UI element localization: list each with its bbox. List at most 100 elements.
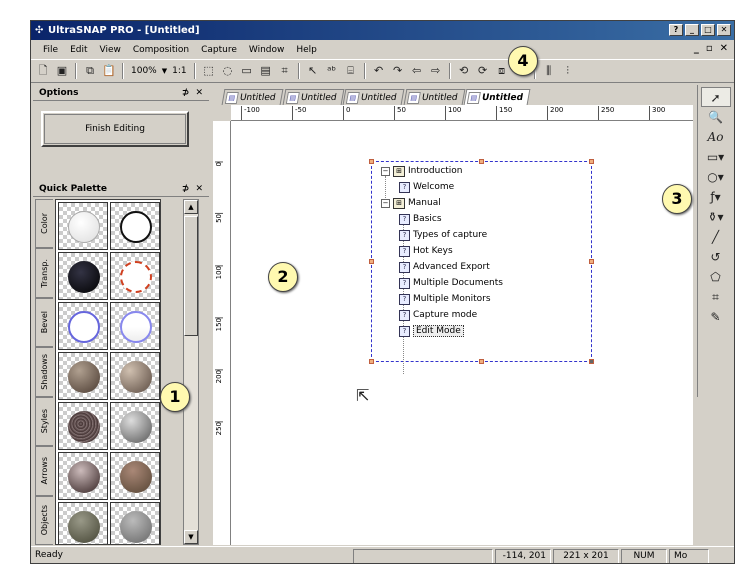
flip-icon[interactable]: ⧈ [494,63,510,79]
doc-tab[interactable]: ▤ Untitled [282,89,344,105]
mdi-minimize-icon[interactable]: _ [694,43,699,54]
palette-swatch[interactable] [58,352,108,400]
grid-icon[interactable]: ⌸ [343,63,359,79]
panel-close-icon[interactable]: ✕ [195,88,203,98]
menu-help[interactable]: Help [290,45,323,55]
selection-handle[interactable] [369,359,374,364]
selection-handle[interactable] [589,259,594,264]
collapse-icon[interactable]: − [381,198,390,208]
mdi-close-icon[interactable]: ✕ [720,43,728,54]
scroll-up-icon[interactable]: ▲ [184,200,198,214]
panel-close-icon[interactable]: ✕ [195,184,203,194]
tree-item[interactable]: ? Edit Mode [399,324,464,338]
curve-tool-icon[interactable]: ↺ [701,247,731,267]
tab-bevel[interactable]: Bevel [35,297,53,348]
rect-select-icon[interactable]: ▭ [239,63,255,79]
selection-handle[interactable] [369,259,374,264]
tree-item[interactable]: ? Types of capture [399,228,487,242]
palette-swatch[interactable] [58,302,108,350]
doc-tab[interactable]: ▤ Untitled [221,89,284,105]
menu-edit[interactable]: Edit [64,45,93,55]
selection-handle[interactable] [589,359,594,364]
tab-color[interactable]: Color [35,199,53,249]
pen-tool-icon[interactable]: ƒ▾ [701,187,731,207]
doc-tab[interactable]: ▤ Untitled [342,89,405,105]
eyedropper-tool-icon[interactable]: ✎ [701,307,731,327]
palette-scrollbar[interactable]: ▲ ▼ [183,199,199,545]
palette-swatch[interactable] [58,202,108,250]
tree-item[interactable]: − ⊞ Introduction [381,164,463,178]
undo-icon[interactable]: ↶ [371,63,387,79]
align-icon[interactable]: ⫼ [541,63,557,79]
polygon-tool-icon[interactable]: ⬠ [701,267,731,287]
capture-icon[interactable]: ▣ [54,63,70,79]
collapse-icon[interactable]: − [381,166,390,176]
pointer-icon[interactable]: ↖ [305,63,321,79]
selection-handle[interactable] [369,159,374,164]
rotate-left-icon[interactable]: ⟲ [456,63,472,79]
ellipse-tool-icon[interactable]: ○▾ [701,167,731,187]
distribute-icon[interactable]: ⫶ [560,63,576,79]
mdi-restore-icon[interactable]: ▫ [706,43,713,54]
tab-transparency[interactable]: Transp. [35,248,53,298]
finish-editing-button[interactable]: Finish Editing [41,111,189,147]
palette-swatch[interactable] [58,252,108,300]
rectangle-tool-icon[interactable]: ▭▾ [701,147,731,167]
zoom-level[interactable]: 100% [129,66,159,76]
doc-tab[interactable]: ▤ Untitled [403,89,465,105]
scroll-down-icon[interactable]: ▼ [184,530,198,544]
actual-size-button[interactable]: 1:1 [170,66,188,76]
palette-swatch[interactable] [110,452,160,500]
crop-tool-icon[interactable]: ⌗ [701,287,731,307]
selection-handle[interactable] [479,159,484,164]
tree-item[interactable]: ? Capture mode [399,308,477,322]
tree-item[interactable]: ? Hot Keys [399,244,453,258]
new-icon[interactable]: 🗋 [35,63,51,79]
tree-item[interactable]: ? Basics [399,212,442,226]
close-button[interactable]: ✕ [717,24,731,36]
palette-swatch[interactable] [110,402,160,450]
tree-item[interactable]: ? Multiple Documents [399,276,503,290]
copy-icon[interactable]: ⧉ [82,63,98,79]
tree-item[interactable]: ? Welcome [399,180,454,194]
menu-file[interactable]: File [37,45,64,55]
menu-composition[interactable]: Composition [127,45,195,55]
line-tool-icon[interactable]: ╱ [701,227,731,247]
selection-handle[interactable] [589,159,594,164]
text-icon[interactable]: ᵃᵇ [324,63,340,79]
canvas[interactable]: − ⊞ Introduction ? Welcome − ⊞ Manual ? Basics ? Ty… [231,121,693,545]
palette-swatch[interactable] [110,302,160,350]
palette-swatch[interactable] [58,452,108,500]
tab-objects[interactable]: Objects [35,495,53,545]
stamp-icon[interactable]: ⌗ [277,63,293,79]
tree-item[interactable]: − ⊞ Manual [381,196,441,210]
menu-view[interactable]: View [94,45,127,55]
select-tool-icon[interactable]: ➚ [700,87,731,107]
text-tool-icon[interactable]: Ao [701,127,731,147]
pin-icon[interactable]: ⊅ [182,184,190,194]
forward-icon[interactable]: ⇨ [428,63,444,79]
minimize-button[interactable]: _ [685,24,699,36]
paste-icon[interactable]: 📋 [101,63,117,79]
zoom-dropdown-icon[interactable]: ▼ [162,67,167,75]
palette-swatch[interactable] [110,252,160,300]
tree-item[interactable]: ? Multiple Monitors [399,292,491,306]
selection-handle[interactable] [479,359,484,364]
crop-icon[interactable]: ⬚ [201,63,217,79]
menu-capture[interactable]: Capture [195,45,243,55]
tab-styles[interactable]: Styles [35,396,53,447]
fill-tool-icon[interactable]: ⚱▾ [701,207,731,227]
redo-icon[interactable]: ↷ [390,63,406,79]
palette-swatch[interactable] [58,402,108,450]
help-button[interactable]: ? [669,24,683,36]
tree-item[interactable]: ? Advanced Export [399,260,490,274]
tab-shadows[interactable]: Shadows [35,347,53,397]
lasso-icon[interactable]: ◌ [220,63,236,79]
scroll-thumb[interactable] [184,216,198,336]
palette-swatch[interactable] [110,502,160,544]
frame-icon[interactable]: ▤ [258,63,274,79]
doc-tab-active[interactable]: ▤ Untitled [464,89,531,105]
menu-window[interactable]: Window [243,45,291,55]
maximize-button[interactable]: □ [701,24,715,36]
palette-swatch[interactable] [110,352,160,400]
